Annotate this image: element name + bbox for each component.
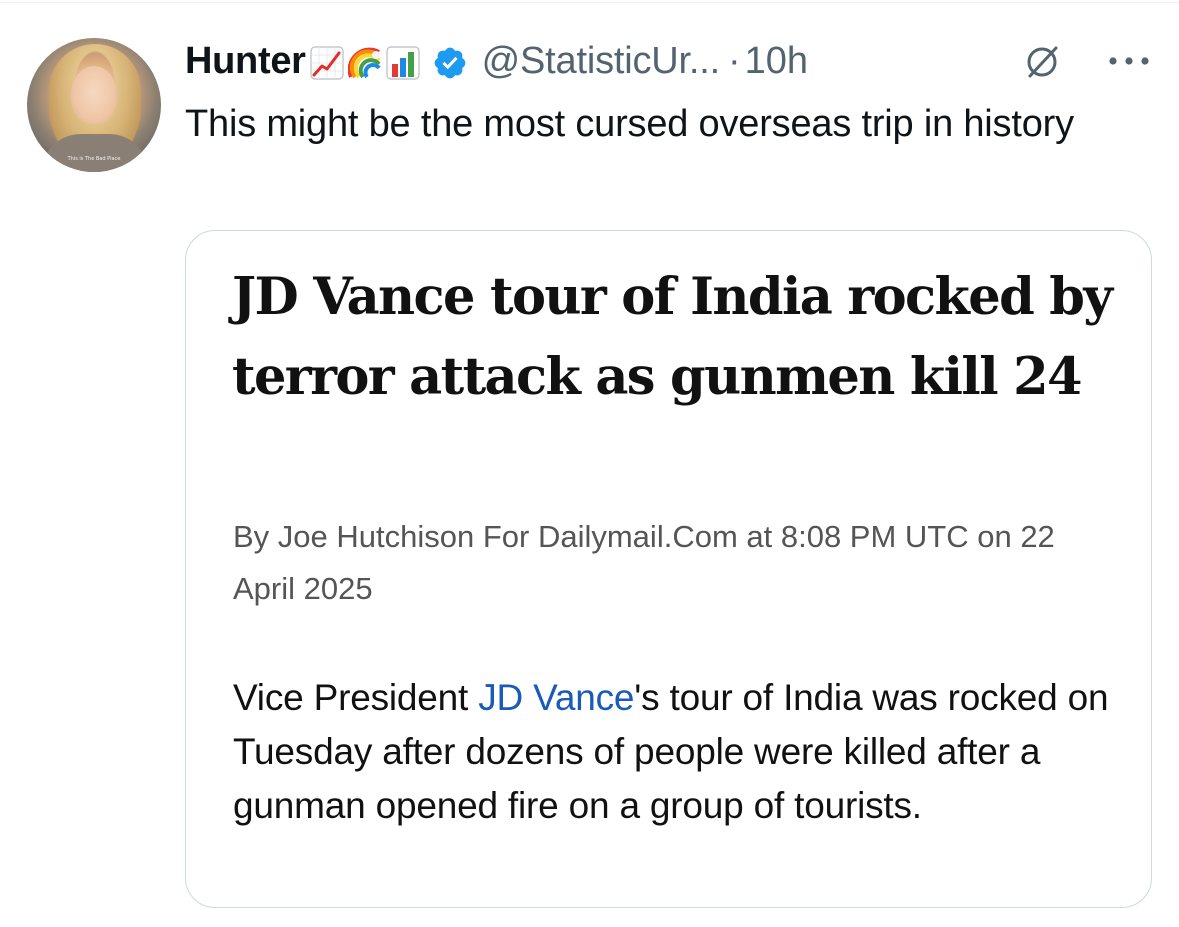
article-body-link[interactable]: JD Vance bbox=[478, 677, 634, 718]
more-options-icon[interactable] bbox=[1106, 54, 1152, 68]
author-handle[interactable]: @StatisticUr... bbox=[482, 40, 720, 83]
tweet-text: This might be the most cursed overseas t… bbox=[185, 103, 1074, 145]
author-display-name[interactable]: Hunter bbox=[185, 40, 306, 83]
chart-increasing-emoji bbox=[310, 46, 344, 80]
header-separator: · bbox=[727, 39, 741, 82]
bar-chart-emoji bbox=[386, 46, 420, 80]
author-avatar[interactable]: This is The Bad Place bbox=[27, 38, 161, 172]
tweet-header: Hunter @StatisticUr... · 10h bbox=[185, 38, 808, 84]
avatar-caption: This is The Bad Place bbox=[67, 156, 121, 162]
verified-badge-icon[interactable] bbox=[432, 45, 468, 81]
article-card[interactable]: JD Vance tour of India rocked by terror … bbox=[185, 230, 1152, 908]
article-byline: By Joe Hutchison For Dailymail.Com at 8:… bbox=[233, 519, 1055, 606]
article-body: Vice President JD Vance's tour of India … bbox=[233, 671, 1133, 833]
avatar-face bbox=[71, 66, 117, 124]
tweet-timestamp[interactable]: 10h bbox=[745, 40, 808, 83]
grok-icon[interactable] bbox=[1022, 42, 1062, 82]
top-divider bbox=[0, 2, 1179, 3]
article-headline[interactable]: JD Vance tour of India rocked by terror … bbox=[232, 257, 1113, 417]
rainbow-emoji bbox=[347, 46, 382, 80]
article-body-intro: Vice President bbox=[233, 677, 479, 718]
